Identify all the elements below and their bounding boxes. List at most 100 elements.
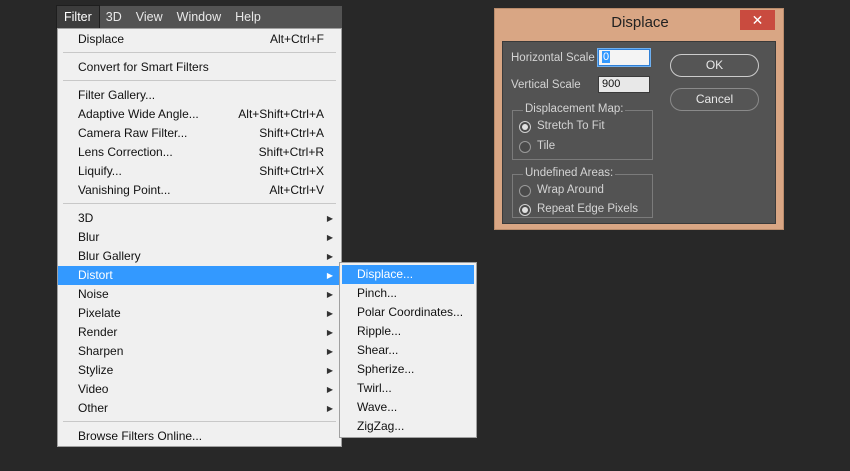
undefined-areas-title: Undefined Areas: [523, 167, 616, 179]
horizontal-scale-input[interactable]: 0 [598, 49, 650, 66]
submenu-arrow-icon: ▶ [326, 404, 333, 413]
submenu-item-spherize[interactable]: Spherize... [340, 360, 476, 379]
ok-button[interactable]: OK [670, 54, 759, 77]
menu-item-label: Wave... [357, 400, 398, 414]
submenu-item-polar-coordinates[interactable]: Polar Coordinates... [340, 303, 476, 322]
submenu-arrow-icon: ▶ [326, 214, 333, 223]
menu-item-shortcut: Alt+Ctrl+F [269, 32, 324, 46]
menu-item-label: Pixelate [78, 306, 121, 320]
menu-item-stylize[interactable]: Stylize ▶ [58, 361, 341, 380]
submenu-arrow-icon: ▶ [326, 385, 333, 394]
menu-item-label: Convert for Smart Filters [78, 60, 209, 74]
menu-3d[interactable]: 3D [99, 6, 129, 28]
filter-menu: Displace Alt+Ctrl+F Convert for Smart Fi… [57, 28, 342, 447]
menu-item-pixelate[interactable]: Pixelate ▶ [58, 304, 341, 323]
menu-item-label: Displace... [357, 267, 414, 281]
menu-item-label: Shear... [357, 343, 399, 357]
menu-item-video[interactable]: Video ▶ [58, 380, 341, 399]
vertical-scale-input[interactable]: 900 [598, 76, 650, 93]
menu-item-label: Lens Correction... [78, 145, 173, 159]
menubar: Filter 3D View Window Help [56, 5, 342, 29]
menu-item-label: ZigZag... [357, 419, 405, 433]
menu-item-browse-filters-online[interactable]: Browse Filters Online... [58, 427, 341, 446]
menu-help[interactable]: Help [228, 6, 268, 28]
submenu-arrow-icon: ▶ [326, 233, 333, 242]
tile-label: Tile [537, 140, 556, 152]
menu-item-shortcut: Shift+Ctrl+X [259, 164, 324, 178]
submenu-item-zigzag[interactable]: ZigZag... [340, 417, 476, 436]
menu-item-label: Twirl... [357, 381, 392, 395]
menu-item-label: Render [78, 325, 118, 339]
displace-dialog: Displace ✕ Horizontal Scale 0 Vertical S… [494, 8, 784, 230]
repeat-edge-pixels-radio[interactable] [519, 204, 531, 216]
menu-item-adaptive-wide-angle[interactable]: Adaptive Wide Angle... Alt+Shift+Ctrl+A [58, 105, 341, 124]
wrap-around-radio[interactable] [519, 185, 531, 197]
tile-radio[interactable] [519, 141, 531, 153]
menu-item-label: Displace [78, 32, 125, 46]
submenu-item-twirl[interactable]: Twirl... [340, 379, 476, 398]
distort-submenu: Displace... Pinch... Polar Coordinates..… [339, 262, 477, 438]
submenu-item-shear[interactable]: Shear... [340, 341, 476, 360]
menu-item-label: Distort [78, 268, 113, 282]
menu-item-lens-correction[interactable]: Lens Correction... Shift+Ctrl+R [58, 143, 341, 162]
menu-item-distort[interactable]: Distort ▶ [58, 266, 341, 285]
menu-item-liquify[interactable]: Liquify... Shift+Ctrl+X [58, 162, 341, 181]
menu-item-shortcut: Alt+Ctrl+V [269, 183, 324, 197]
menu-item-label: Camera Raw Filter... [78, 126, 188, 140]
menu-item-convert-smart-filters[interactable]: Convert for Smart Filters [58, 58, 341, 77]
displacement-map-group [512, 110, 653, 160]
menu-item-filter-gallery[interactable]: Filter Gallery... [58, 86, 341, 105]
submenu-arrow-icon: ▶ [326, 309, 333, 318]
menu-item-shortcut: Shift+Ctrl+R [258, 145, 324, 159]
menu-item-label: 3D [78, 211, 94, 225]
menu-item-label: Blur Gallery [78, 249, 141, 263]
menu-item-label: Polar Coordinates... [357, 305, 464, 319]
menu-item-3d[interactable]: 3D ▶ [58, 209, 341, 228]
menu-item-label: Ripple... [357, 324, 402, 338]
menu-separator [63, 52, 336, 53]
menu-item-label: Sharpen [78, 344, 124, 358]
menu-item-noise[interactable]: Noise ▶ [58, 285, 341, 304]
submenu-item-pinch[interactable]: Pinch... [340, 284, 476, 303]
menu-separator [63, 421, 336, 422]
menu-filter[interactable]: Filter [56, 5, 100, 29]
menu-separator [63, 203, 336, 204]
menu-item-label: Vanishing Point... [78, 183, 171, 197]
menu-item-label: Adaptive Wide Angle... [78, 107, 199, 121]
submenu-arrow-icon: ▶ [326, 347, 333, 356]
vertical-scale-label: Vertical Scale [511, 79, 581, 91]
submenu-arrow-icon: ▶ [326, 252, 333, 261]
submenu-item-wave[interactable]: Wave... [340, 398, 476, 417]
cancel-button[interactable]: Cancel [670, 88, 759, 111]
menu-item-label: Spherize... [357, 362, 415, 376]
submenu-item-displace[interactable]: Displace... [342, 265, 474, 284]
menu-item-vanishing-point[interactable]: Vanishing Point... Alt+Ctrl+V [58, 181, 341, 200]
menu-item-blur-gallery[interactable]: Blur Gallery ▶ [58, 247, 341, 266]
menu-item-blur[interactable]: Blur ▶ [58, 228, 341, 247]
displacement-map-title: Displacement Map: [523, 103, 626, 115]
menu-item-label: Browse Filters Online... [78, 429, 203, 443]
submenu-arrow-icon: ▶ [326, 328, 333, 337]
menu-item-label: Blur [78, 230, 100, 244]
menu-item-render[interactable]: Render ▶ [58, 323, 341, 342]
stretch-to-fit-label: Stretch To Fit [537, 120, 605, 132]
menu-item-label: Liquify... [78, 164, 122, 178]
menu-item-sharpen[interactable]: Sharpen ▶ [58, 342, 341, 361]
submenu-arrow-icon: ▶ [326, 271, 333, 280]
menu-item-label: Pinch... [357, 286, 398, 300]
dialog-body: Horizontal Scale 0 Vertical Scale 900 OK… [502, 41, 776, 224]
menu-item-camera-raw-filter[interactable]: Camera Raw Filter... Shift+Ctrl+A [58, 124, 341, 143]
menu-item-label: Filter Gallery... [78, 88, 156, 102]
menu-window[interactable]: Window [170, 6, 228, 28]
menu-item-label: Noise [78, 287, 109, 301]
horizontal-scale-value: 0 [602, 51, 611, 63]
menu-item-shortcut: Alt+Shift+Ctrl+A [238, 107, 324, 121]
menu-item-last-filter[interactable]: Displace Alt+Ctrl+F [58, 30, 341, 49]
submenu-item-ripple[interactable]: Ripple... [340, 322, 476, 341]
stretch-to-fit-radio[interactable] [519, 121, 531, 133]
menu-item-label: Other [78, 401, 109, 415]
menu-separator [63, 80, 336, 81]
menu-item-other[interactable]: Other ▶ [58, 399, 341, 418]
menu-view[interactable]: View [129, 6, 170, 28]
close-icon[interactable]: ✕ [740, 10, 775, 30]
